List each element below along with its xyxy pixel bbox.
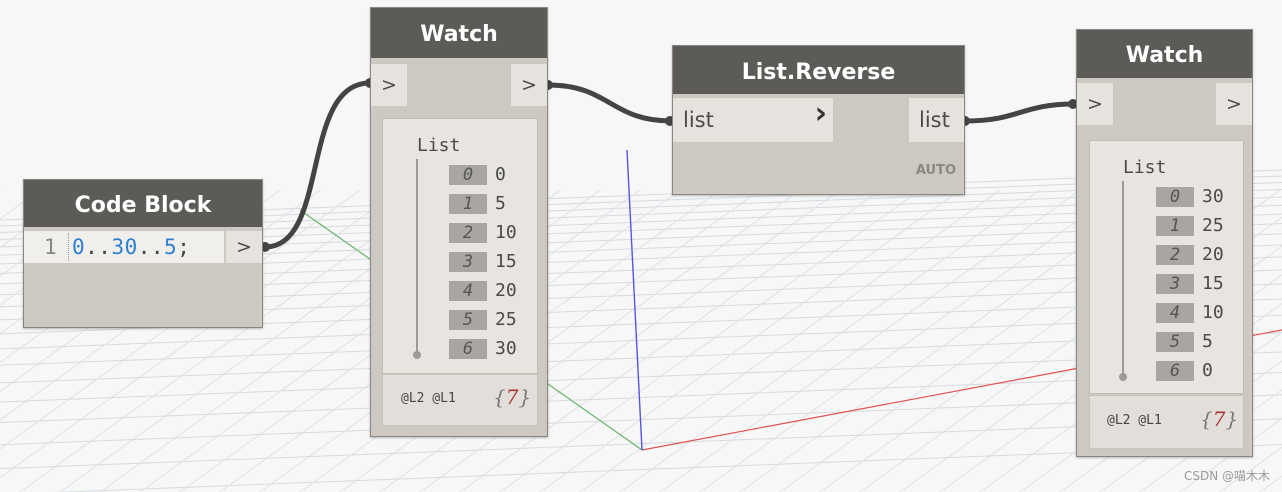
level-labels: @L2 @L1 (401, 391, 456, 406)
tree-line (1122, 181, 1124, 375)
port-arrow: > (1226, 93, 1242, 115)
watch-input-port[interactable]: > (371, 64, 407, 106)
list-value: 0 (1202, 360, 1213, 381)
list-index: 0 (1156, 187, 1194, 207)
list-index: 1 (1156, 216, 1194, 236)
code-token: 30 (111, 235, 138, 259)
port-label: list (919, 108, 950, 132)
code-token: .. (137, 235, 165, 259)
list-value: 20 (1202, 244, 1224, 265)
code-text[interactable]: 0..30..5; (72, 231, 190, 263)
lacing-label[interactable]: AUTO (916, 163, 956, 178)
list-index: 2 (1156, 245, 1194, 265)
code-block-node[interactable]: Code Block 1 0..30..5; > (23, 179, 263, 328)
list-index: 6 (1156, 361, 1194, 381)
list-index: 3 (1156, 274, 1194, 294)
list-index: 6 (449, 339, 487, 359)
code-output-port[interactable]: > (226, 231, 262, 263)
list-label: List (417, 135, 461, 156)
code-editor[interactable]: 1 0..30..5; (24, 231, 224, 263)
wire-code-to-watch1[interactable] (262, 80, 373, 250)
watch-node-1[interactable]: Watch > > List 0 0 1 5 2 10 3 15 4 20 5 25 6 30 @L2 @… (370, 7, 548, 437)
list-index: 4 (449, 281, 487, 301)
wire-watch1-to-reverse[interactable] (545, 82, 675, 124)
level-labels: @L2 @L1 (1107, 413, 1162, 428)
node-title[interactable]: Watch (1077, 30, 1252, 78)
list-value: 5 (495, 193, 506, 214)
line-number: 1 (44, 235, 57, 259)
code-token: ; (177, 235, 191, 259)
list-index: 1 (449, 194, 487, 214)
node-title[interactable]: Code Block (24, 180, 262, 227)
list-value: 25 (1202, 215, 1224, 236)
list-index: 5 (1156, 332, 1194, 352)
item-count: {7} (493, 385, 532, 409)
watermark: CSDN @喵木木 (1183, 469, 1270, 483)
node-title[interactable]: List.Reverse (673, 46, 964, 94)
list-index: 0 (449, 165, 487, 185)
list-label: List (1123, 157, 1167, 178)
port-label: list (683, 108, 714, 132)
tree-end-dot (413, 351, 421, 359)
watch-input-port[interactable]: > (1077, 83, 1113, 125)
list-index: 3 (449, 252, 487, 272)
port-arrow: > (521, 74, 537, 96)
chevron-right-icon: › (814, 96, 827, 131)
port-arrow: > (381, 74, 397, 96)
code-token: 0 (72, 235, 86, 259)
gutter-divider (68, 233, 69, 261)
code-token: 5 (164, 235, 178, 259)
reverse-input-port[interactable]: list › (673, 96, 833, 142)
list-reverse-node[interactable]: List.Reverse list › list AUTO (672, 45, 965, 195)
watch-output-port[interactable]: > (1216, 83, 1252, 125)
watch-footer: @L2 @L1 {7} (382, 374, 538, 426)
list-value: 10 (495, 222, 517, 243)
item-count: {7} (1200, 407, 1239, 431)
node-title[interactable]: Watch (371, 8, 547, 58)
code-token: .. (85, 235, 112, 259)
watch-list-panel[interactable]: List 0 0 1 5 2 10 3 15 4 20 5 25 6 30 (382, 118, 538, 374)
list-value: 15 (495, 251, 517, 272)
tree-line (416, 159, 418, 353)
list-value: 30 (495, 338, 517, 359)
list-value: 15 (1202, 273, 1224, 294)
reverse-output-port[interactable]: list (909, 98, 964, 142)
list-index: 5 (449, 310, 487, 330)
watch-output-port[interactable]: > (511, 64, 547, 106)
port-arrow: > (1087, 93, 1103, 115)
list-value: 0 (495, 164, 506, 185)
wire-reverse-to-watch2[interactable] (962, 101, 1078, 124)
port-arrow: > (236, 236, 252, 258)
list-index: 4 (1156, 303, 1194, 323)
list-index: 2 (449, 223, 487, 243)
list-value: 10 (1202, 302, 1224, 323)
list-value: 30 (1202, 186, 1224, 207)
watch-footer: @L2 @L1 {7} (1089, 395, 1244, 449)
tree-end-dot (1119, 373, 1127, 381)
list-value: 20 (495, 280, 517, 301)
list-value: 5 (1202, 331, 1213, 352)
list-value: 25 (495, 309, 517, 330)
watch-list-panel[interactable]: List 0 30 1 25 2 20 3 15 4 10 5 5 6 0 (1089, 140, 1244, 394)
watch-node-2[interactable]: Watch > > List 0 30 1 25 2 20 3 15 4 10 5 5 6 0 @L2 @… (1076, 29, 1253, 457)
